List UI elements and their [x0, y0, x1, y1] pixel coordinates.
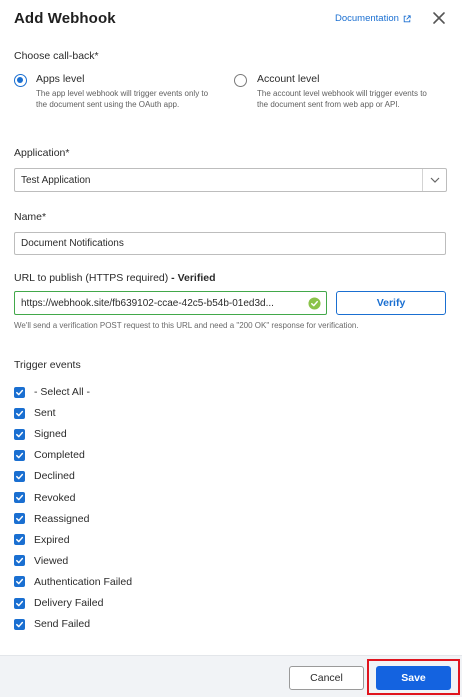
checkmark-icon [16, 494, 24, 501]
trigger-event-label: Viewed [34, 554, 69, 567]
checkmark-icon [16, 431, 24, 437]
trigger-event-row[interactable]: Reassigned [14, 512, 89, 526]
verify-button[interactable]: Verify [336, 291, 446, 315]
trigger-event-row[interactable]: Signed [14, 427, 67, 441]
name-label: Name* [14, 211, 47, 223]
close-icon[interactable] [432, 11, 446, 25]
trigger-event-row[interactable]: Send Failed [14, 617, 90, 631]
name-input[interactable] [14, 232, 446, 255]
trigger-event-row[interactable]: Sent [14, 406, 56, 420]
trigger-event-checkbox[interactable] [14, 555, 25, 567]
trigger-event-checkbox[interactable] [14, 597, 25, 609]
apps-level-description: The app level webhook will trigger event… [36, 89, 209, 109]
apps-level-radio[interactable] [14, 74, 27, 87]
trigger-event-label: Delivery Failed [34, 597, 104, 609]
trigger-event-label: - Select All - [34, 386, 91, 398]
application-select[interactable]: Test Application [14, 168, 447, 192]
trigger-event-checkbox[interactable] [14, 534, 25, 546]
url-verified-status: - Verified [171, 272, 216, 284]
cancel-button[interactable]: Cancel [289, 666, 364, 690]
trigger-event-row[interactable]: Completed [14, 448, 85, 462]
trigger-event-row[interactable]: Declined [14, 469, 75, 483]
url-input[interactable]: https://webhook.site/fb639102-ccae-42c5-… [14, 291, 327, 315]
external-link-icon [403, 14, 411, 22]
trigger-events-label: Trigger events [14, 359, 81, 371]
trigger-event-checkbox[interactable] [14, 618, 25, 630]
dropdown-toggle[interactable] [422, 169, 446, 191]
trigger-event-checkbox[interactable] [14, 428, 25, 440]
trigger-event-row[interactable]: - Select All - [14, 385, 90, 399]
trigger-event-label: Expired [34, 533, 70, 546]
application-value: Test Application [21, 175, 91, 186]
trigger-event-label: Revoked [34, 491, 76, 504]
documentation-label: Documentation [335, 13, 399, 24]
trigger-event-checkbox[interactable] [14, 513, 25, 525]
account-level-description: The account level webhook will trigger e… [257, 89, 427, 109]
trigger-event-label: Completed [34, 449, 85, 462]
url-label-text: URL to publish (HTTPS required) [14, 272, 169, 284]
save-button[interactable]: Save [376, 666, 451, 690]
trigger-event-row[interactable]: Revoked [14, 491, 75, 505]
trigger-event-checkbox[interactable] [14, 492, 25, 503]
trigger-event-label: Declined [34, 470, 75, 483]
checkmark-icon [16, 600, 24, 606]
trigger-event-checkbox[interactable] [14, 386, 25, 398]
account-level-title: Account level [257, 73, 320, 85]
trigger-event-checkbox[interactable] [14, 449, 25, 461]
checkmark-icon [16, 389, 24, 395]
checkmark-icon [16, 473, 24, 480]
url-value: https://webhook.site/fb639102-ccae-42c5-… [21, 298, 274, 309]
account-level-radio[interactable] [234, 74, 247, 87]
trigger-event-label: Sent [34, 407, 56, 420]
documentation-link[interactable]: Documentation [335, 13, 411, 24]
checkmark-icon [16, 558, 24, 564]
trigger-event-row[interactable]: Viewed [14, 554, 68, 568]
trigger-event-row[interactable]: Expired [14, 533, 70, 547]
checkmark-icon [16, 621, 24, 627]
verified-check-icon [308, 297, 321, 310]
trigger-event-checkbox[interactable] [14, 470, 25, 482]
apps-level-title: Apps level [36, 73, 85, 85]
url-label: URL to publish (HTTPS required) - Verifi… [14, 272, 216, 284]
checkmark-icon [16, 410, 24, 416]
trigger-event-label: Signed [34, 428, 67, 441]
trigger-event-label: Authentication Failed [34, 575, 133, 588]
url-hint: We'll send a verification POST request t… [14, 321, 359, 330]
callback-label: Choose call-back* [14, 50, 99, 62]
chevron-down-icon [430, 177, 439, 183]
trigger-event-row[interactable]: Delivery Failed [14, 596, 103, 610]
trigger-event-label: Reassigned [34, 512, 90, 525]
application-label: Application* [14, 147, 70, 159]
checkmark-icon [16, 579, 24, 585]
dialog-header: Add Webhook Documentation [0, 0, 462, 38]
trigger-event-row[interactable]: Authentication Failed [14, 575, 132, 589]
checkmark-icon [16, 452, 24, 459]
dialog-title: Add Webhook [14, 10, 116, 27]
checkmark-icon [16, 515, 24, 522]
trigger-event-label: Send Failed [34, 618, 91, 631]
trigger-event-checkbox[interactable] [14, 576, 25, 588]
checkmark-icon [16, 536, 24, 543]
trigger-event-checkbox[interactable] [14, 407, 25, 419]
